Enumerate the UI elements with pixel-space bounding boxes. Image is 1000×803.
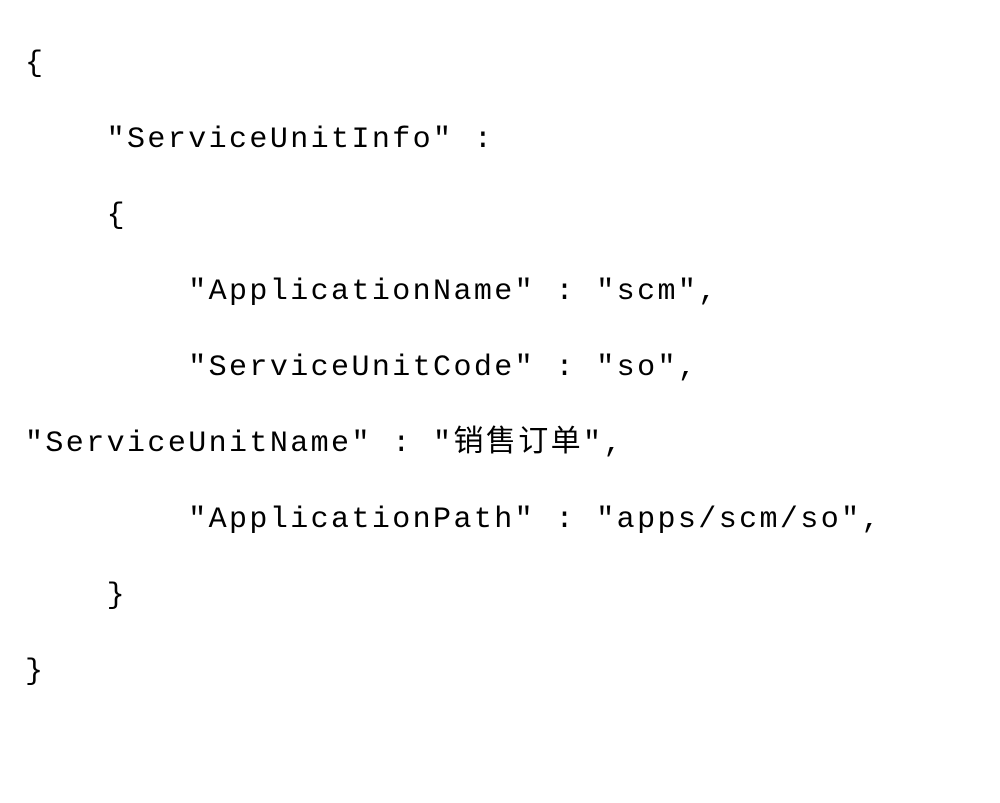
code-line-3: { bbox=[25, 192, 975, 240]
code-line-8: } bbox=[25, 572, 975, 620]
code-line-6: "ServiceUnitName" : "销售订单", bbox=[25, 420, 975, 468]
code-line-1: { bbox=[25, 40, 975, 88]
code-line-5: "ServiceUnitCode" : "so", bbox=[25, 344, 975, 392]
code-line-7: "ApplicationPath" : "apps/scm/so", bbox=[25, 496, 975, 544]
code-line-2: "ServiceUnitInfo" : bbox=[25, 116, 975, 164]
code-line-9: } bbox=[25, 648, 975, 696]
code-line-4: "ApplicationName" : "scm", bbox=[25, 268, 975, 316]
